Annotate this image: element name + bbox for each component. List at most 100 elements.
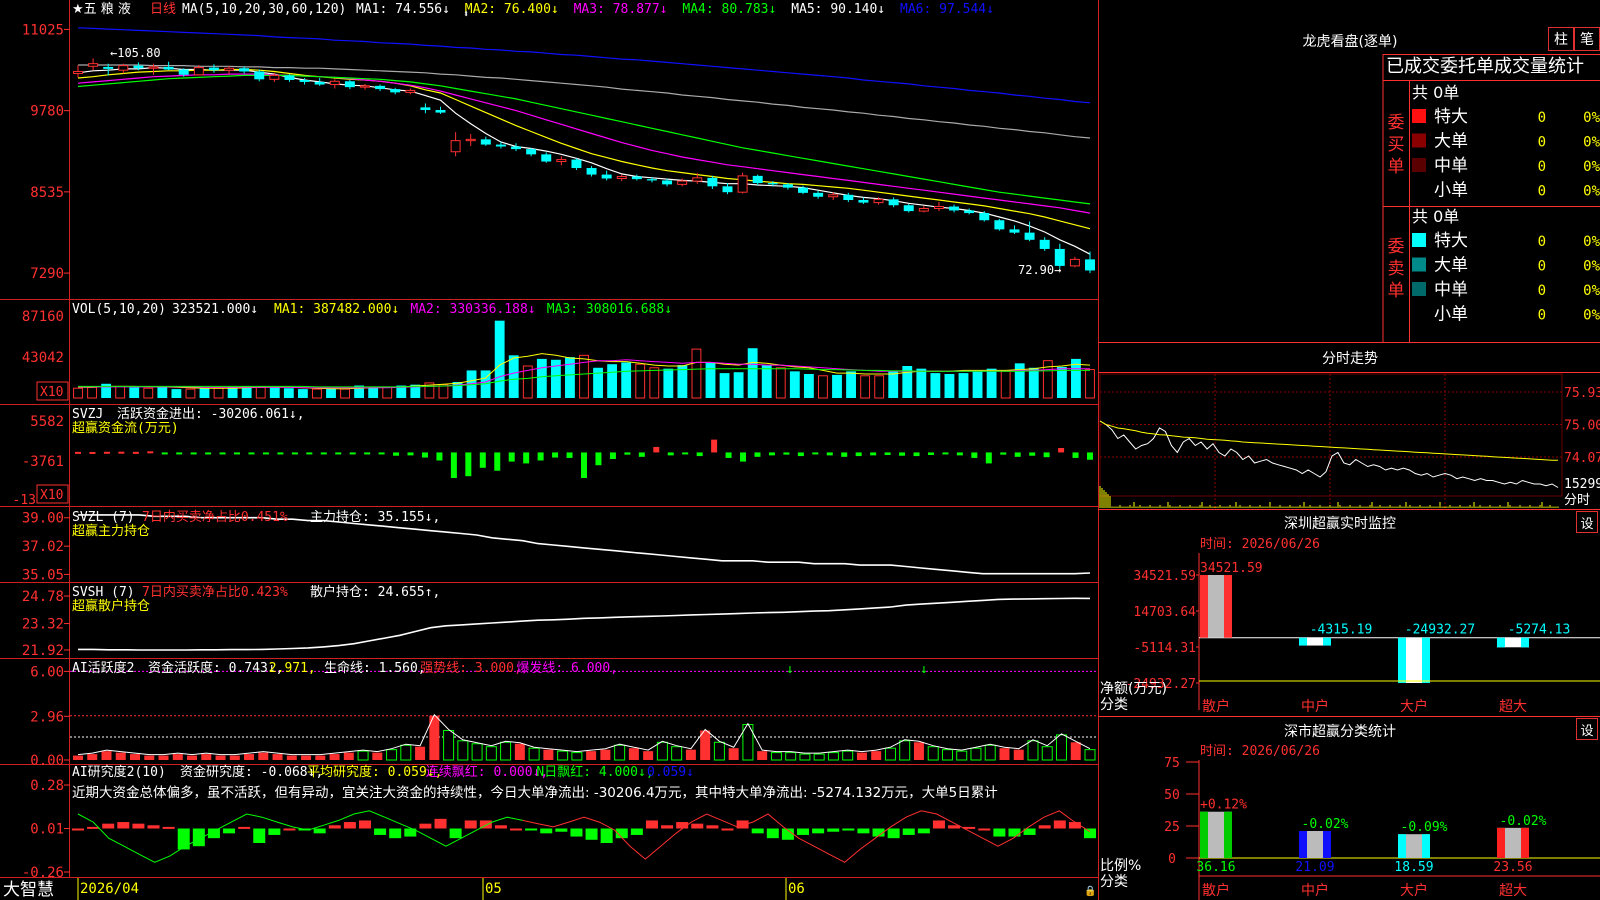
brand-label: 大智慧 bbox=[3, 880, 54, 900]
fund-flow-bar-out bbox=[985, 452, 992, 464]
candle-body-up bbox=[873, 198, 884, 204]
active-bar-red bbox=[115, 752, 126, 760]
active-bar-green bbox=[386, 749, 398, 761]
volume-bar-up bbox=[818, 375, 828, 399]
fund-flow-bar-in bbox=[147, 451, 154, 454]
fund-flow-bar-in bbox=[75, 451, 81, 454]
active-bar-green bbox=[785, 752, 797, 761]
stats-settings-button[interactable]: 设 bbox=[1576, 718, 1598, 740]
volume-bar-down bbox=[326, 388, 336, 398]
candle-body-down bbox=[511, 146, 522, 150]
ma-readout-6: MA6: 97.544↓ bbox=[900, 2, 994, 17]
candle-body-down bbox=[495, 144, 506, 147]
volume-current: 323521.000↓ bbox=[172, 302, 258, 317]
active-axis-tick: 0.00 bbox=[30, 753, 64, 769]
fund-flow-bar-out bbox=[595, 452, 602, 466]
sell-row-count-3: 0 bbox=[1538, 283, 1546, 299]
svsh-readout: 散户持仓: 24.655↑, bbox=[310, 584, 440, 600]
research-bar-red bbox=[283, 828, 296, 831]
research-bar-red bbox=[691, 823, 704, 829]
monitor-settings-button[interactable]: 设 bbox=[1576, 511, 1598, 533]
volume-bar-down bbox=[621, 362, 632, 398]
ma-readout-5: MA5: 90.140↓ bbox=[791, 2, 885, 17]
buy-legend-swatch-3 bbox=[1412, 158, 1426, 172]
intraday-title: 分时走势 bbox=[1322, 351, 1378, 367]
active-bar-red bbox=[871, 751, 882, 760]
candle-body-down bbox=[707, 177, 718, 187]
research-bar-green bbox=[570, 828, 583, 837]
fund-flow-bar-out bbox=[870, 452, 877, 456]
volume-bar-up bbox=[340, 388, 350, 399]
stats-category-1: 散户 bbox=[1202, 882, 1230, 899]
fund-flow-bar-out bbox=[537, 452, 544, 461]
active-signal-arrow: ↓ bbox=[786, 662, 794, 677]
fund-flow-bar-out bbox=[913, 452, 920, 457]
candle-body-up bbox=[148, 66, 159, 69]
chart-canvas[interactable]: 11025 9780 8535 7290 ←105.80 72.90→ ★五 粮 液 日线 MA… bbox=[0, 0, 1600, 900]
candle-body-down bbox=[631, 176, 642, 180]
monitor-axis-tick: 34521.59 bbox=[1133, 569, 1196, 584]
sell-row-pct-4: 0% bbox=[1583, 308, 1600, 324]
volume-bar-down bbox=[846, 371, 856, 398]
active-bar-green bbox=[457, 740, 469, 761]
research-bar-red bbox=[978, 828, 991, 831]
ma-line-ma1 bbox=[77, 66, 1091, 255]
candle-body-down bbox=[1024, 232, 1035, 240]
active-bar-red bbox=[187, 755, 198, 760]
volume-unit-label: X10 bbox=[40, 385, 63, 400]
active-bar-red bbox=[272, 754, 283, 760]
bar-mode-button[interactable]: 柱 bbox=[1548, 27, 1574, 51]
fund-flow-bar-out bbox=[190, 452, 197, 455]
active-bar-red bbox=[329, 754, 340, 760]
volume-bar-up bbox=[255, 386, 266, 399]
volume-bar-down bbox=[733, 372, 744, 398]
fund-flow-bar-out bbox=[277, 452, 284, 455]
fund-flow-bar-out bbox=[783, 452, 790, 455]
fund-flow-bar-out bbox=[1014, 452, 1021, 457]
stock-name: ★五 粮 液 bbox=[72, 2, 131, 17]
tick-mode-button[interactable]: 笔 bbox=[1574, 27, 1600, 51]
svzj-unit-label: X10 bbox=[40, 488, 63, 503]
svzj-axis-tick: 5582 bbox=[30, 414, 64, 430]
buy-row-label-3: 中单 bbox=[1434, 156, 1468, 176]
active-bar-green bbox=[400, 744, 412, 761]
research-bar-red bbox=[645, 820, 658, 829]
fund-flow-bar-out bbox=[1029, 452, 1036, 456]
active-readout-1: 资金活跃度: 0.743↓, bbox=[148, 660, 283, 676]
candle-body-down bbox=[646, 179, 657, 181]
active-bar-red bbox=[1013, 749, 1024, 760]
lock-icon: 🔒 bbox=[1084, 885, 1096, 897]
fund-flow-bar-out bbox=[364, 452, 371, 455]
active-header: AI活跃度2 bbox=[72, 660, 134, 676]
fund-flow-bar-out bbox=[436, 452, 443, 461]
candle-body-down bbox=[722, 186, 733, 193]
research-axis-tick: 0.28 bbox=[30, 778, 64, 794]
active-bar-red bbox=[685, 749, 696, 760]
active-bar-green bbox=[827, 752, 839, 761]
volume-bar-down bbox=[986, 368, 997, 398]
research-bar-red bbox=[102, 823, 115, 829]
svzj-subtitle: 超赢资金流(万元) bbox=[72, 420, 179, 436]
research-axis-tick: -0.26 bbox=[22, 865, 64, 881]
volume-bar-up bbox=[185, 388, 196, 399]
research-bar-green bbox=[842, 828, 855, 831]
research-bar-green bbox=[797, 828, 810, 835]
sell-side-label: 卖 bbox=[1388, 259, 1405, 279]
buy-side-label: 委 bbox=[1388, 113, 1405, 133]
research-bar-green bbox=[253, 828, 266, 843]
volume-bar-up bbox=[775, 367, 786, 399]
buy-side-label: 单 bbox=[1388, 157, 1405, 177]
active-bar-red bbox=[757, 751, 768, 760]
volume-bar-down bbox=[297, 389, 308, 398]
research-bar-red bbox=[343, 822, 356, 829]
candle-body-down bbox=[1009, 229, 1020, 233]
fund-flow-bar-out bbox=[1072, 452, 1079, 458]
active-bar-red bbox=[315, 755, 326, 760]
fund-flow-bar-out bbox=[335, 452, 342, 455]
volume-bar-up bbox=[382, 386, 393, 399]
stats-axis-tick: 0 bbox=[1168, 852, 1176, 867]
monitor-time: 时间: 2026/06/26 bbox=[1200, 537, 1320, 552]
candle-body-up bbox=[616, 176, 627, 179]
fund-flow-bar-out bbox=[725, 452, 732, 458]
sell-row-label-4: 小单 bbox=[1434, 305, 1468, 325]
